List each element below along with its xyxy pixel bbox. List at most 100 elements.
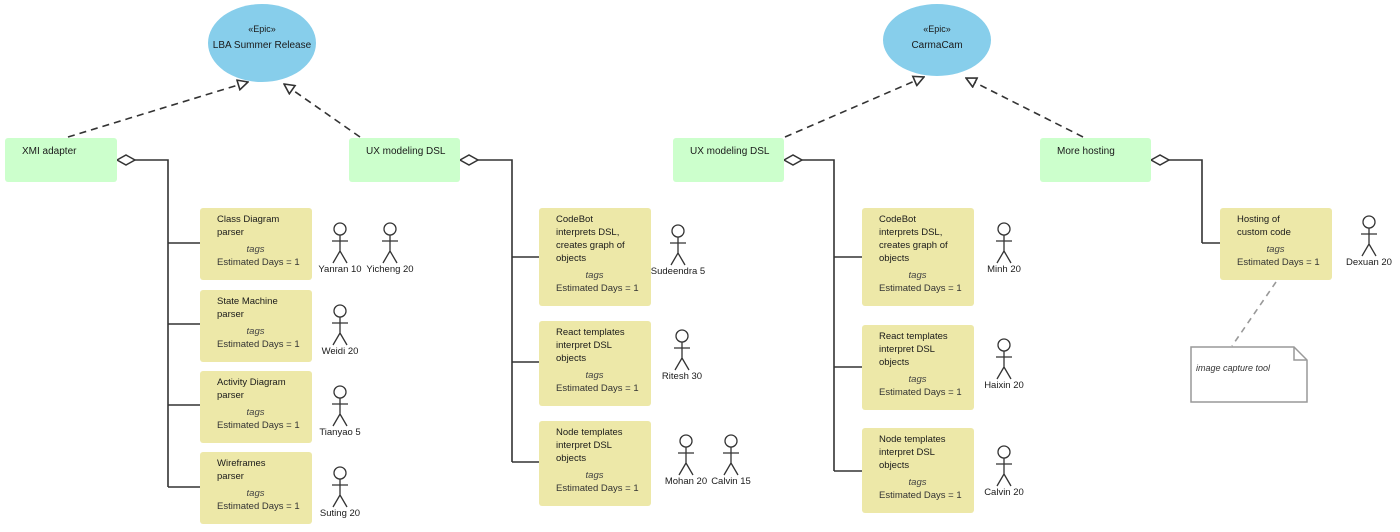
note-shape	[1190, 346, 1308, 403]
story-title: Wireframes parser	[217, 458, 266, 482]
feature-more-hosting[interactable]: More hosting	[1040, 138, 1151, 182]
actor-yicheng[interactable]: Yicheng 20	[355, 222, 425, 275]
stick-figure-icon	[674, 329, 690, 371]
actor-tianyao[interactable]: Tianyao 5	[305, 385, 375, 438]
feature-ux-modeling-dsl-carmacam[interactable]: UX modeling DSL	[673, 138, 784, 182]
diagram-canvas: «Epic» LBA Summer Release «Epic» CarmaCa…	[0, 0, 1400, 532]
story-title: React templates interpret DSL objects	[879, 331, 948, 368]
aggregation-diamond-icon	[115, 154, 137, 166]
epic-stereotype: «Epic»	[923, 24, 951, 34]
story-tags: tags	[246, 326, 265, 337]
actor-suting[interactable]: Suting 20	[305, 466, 375, 519]
stick-figure-icon	[996, 338, 1012, 380]
story-node-templates[interactable]: Node templates interpret DSL objects tag…	[539, 421, 651, 506]
actor-name: Calvin 20	[984, 487, 1024, 498]
actor-name: Haixin 20	[984, 380, 1024, 391]
epic-carmacam[interactable]: «Epic» CarmaCam	[883, 4, 991, 76]
stick-figure-icon	[332, 222, 348, 264]
stick-figure-icon	[332, 466, 348, 508]
story-title: Activity Diagram parser	[217, 377, 286, 401]
epic-stereotype: «Epic»	[248, 24, 276, 34]
story-title: React templates interpret DSL objects	[556, 327, 625, 364]
story-estimate: Estimated Days = 1	[556, 383, 639, 394]
story-state-machine-parser[interactable]: State Machine parser tags Estimated Days…	[200, 290, 312, 362]
note-text: image capture tool	[1196, 363, 1271, 373]
story-wireframes-parser[interactable]: Wireframes parser tags Estimated Days = …	[200, 452, 312, 524]
story-react-templates[interactable]: React templates interpret DSL objects ta…	[539, 321, 651, 406]
epic-name: LBA Summer Release	[212, 40, 312, 51]
epic-name: CarmaCam	[911, 40, 963, 51]
story-estimate: Estimated Days = 1	[879, 283, 962, 294]
actor-dexuan[interactable]: Dexuan 20	[1334, 215, 1400, 268]
stick-figure-icon	[670, 224, 686, 266]
feature-name: XMI adapter	[22, 146, 77, 157]
actor-sudeendra[interactable]: Sudeendra 5	[643, 224, 713, 277]
story-title: Node templates interpret DSL objects	[879, 434, 946, 471]
story-tags: tags	[246, 407, 265, 418]
aggregation-line	[478, 159, 513, 462]
story-activity-diagram-parser[interactable]: Activity Diagram parser tags Estimated D…	[200, 371, 312, 443]
feature-xmi-adapter[interactable]: XMI adapter	[5, 138, 117, 182]
realization-arrow	[966, 78, 1084, 138]
stick-figure-icon	[382, 222, 398, 264]
actor-name: Calvin 15	[711, 476, 751, 487]
stick-figure-icon	[1361, 215, 1377, 257]
story-estimate: Estimated Days = 1	[556, 483, 639, 494]
realization-arrow	[784, 77, 924, 138]
stick-figure-icon	[996, 445, 1012, 487]
story-node-templates[interactable]: Node templates interpret DSL objects tag…	[862, 428, 974, 513]
story-title: CodeBot interprets DSL, creates graph of…	[879, 214, 948, 264]
story-tags: tags	[585, 470, 604, 481]
aggregation-line	[135, 159, 169, 487]
story-class-diagram-parser[interactable]: Class Diagram parser tags Estimated Days…	[200, 208, 312, 280]
actor-calvin[interactable]: Calvin 15	[696, 434, 766, 487]
story-tags: tags	[246, 244, 265, 255]
aggregation-diamond-icon	[782, 154, 804, 166]
epic-lba-summer-release[interactable]: «Epic» LBA Summer Release	[208, 4, 316, 82]
stick-figure-icon	[996, 222, 1012, 264]
actor-name: Suting 20	[319, 508, 361, 519]
feature-name: UX modeling DSL	[690, 146, 770, 157]
story-estimate: Estimated Days = 1	[217, 257, 300, 268]
story-estimate: Estimated Days = 1	[217, 420, 300, 431]
story-estimate: Estimated Days = 1	[556, 283, 639, 294]
story-estimate: Estimated Days = 1	[879, 490, 962, 501]
story-title: Node templates interpret DSL objects	[556, 427, 623, 464]
story-codebot-interprets-dsl[interactable]: CodeBot interprets DSL, creates graph of…	[862, 208, 974, 306]
story-hosting-of-custom-code[interactable]: Hosting of custom code tags Estimated Da…	[1220, 208, 1332, 280]
aggregation-diamond-icon	[1149, 154, 1171, 166]
actor-name: Tianyao 5	[319, 427, 361, 438]
story-title: CodeBot interprets DSL, creates graph of…	[556, 214, 625, 264]
story-title: Hosting of custom code	[1237, 214, 1291, 238]
actor-name: Minh 20	[987, 264, 1021, 275]
realization-arrow	[284, 84, 361, 138]
aggregation-line	[802, 159, 835, 471]
actor-weidi[interactable]: Weidi 20	[305, 304, 375, 357]
realization-arrow	[67, 82, 248, 138]
note-link	[1231, 281, 1277, 347]
story-title: State Machine parser	[217, 296, 278, 320]
actor-name: Dexuan 20	[1346, 257, 1392, 268]
story-tags: tags	[246, 488, 265, 499]
actor-name: Yicheng 20	[366, 264, 414, 275]
stick-figure-icon	[332, 304, 348, 346]
actor-ritesh[interactable]: Ritesh 30	[647, 329, 717, 382]
actor-minh[interactable]: Minh 20	[969, 222, 1039, 275]
note-image-capture-tool[interactable]: image capture tool	[1190, 346, 1308, 403]
feature-ux-modeling-dsl-lba[interactable]: UX modeling DSL	[349, 138, 460, 182]
story-estimate: Estimated Days = 1	[1237, 257, 1320, 268]
feature-name: UX modeling DSL	[366, 146, 446, 157]
story-estimate: Estimated Days = 1	[217, 339, 300, 350]
story-tags: tags	[1266, 244, 1285, 255]
story-estimate: Estimated Days = 1	[217, 501, 300, 512]
story-tags: tags	[908, 477, 927, 488]
actor-name: Weidi 20	[321, 346, 359, 357]
feature-name: More hosting	[1057, 146, 1115, 157]
stick-figure-icon	[332, 385, 348, 427]
actor-calvin[interactable]: Calvin 20	[969, 445, 1039, 498]
stick-figure-icon	[678, 434, 694, 476]
story-codebot-interprets-dsl[interactable]: CodeBot interprets DSL, creates graph of…	[539, 208, 651, 306]
story-react-templates[interactable]: React templates interpret DSL objects ta…	[862, 325, 974, 410]
actor-haixin[interactable]: Haixin 20	[969, 338, 1039, 391]
story-title: Class Diagram parser	[217, 214, 280, 238]
